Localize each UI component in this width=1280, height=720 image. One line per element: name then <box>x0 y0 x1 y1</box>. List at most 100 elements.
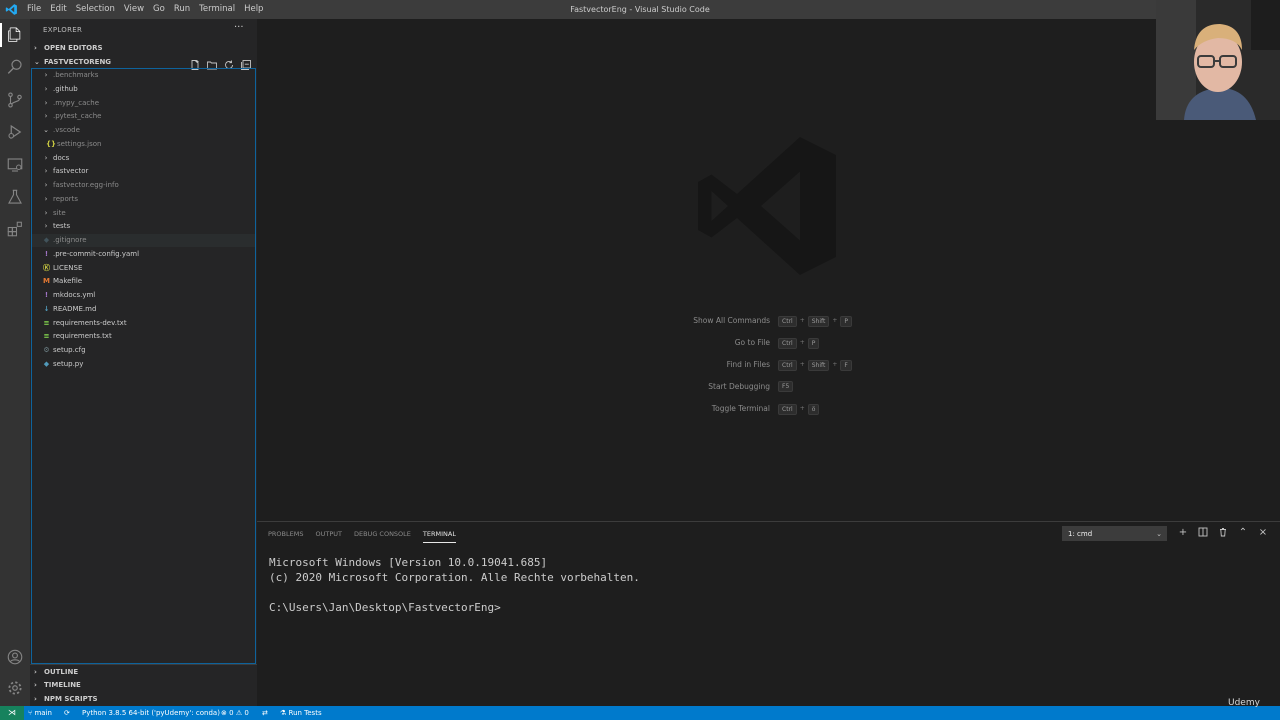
collapse-all-icon[interactable] <box>240 56 252 70</box>
tab-debug-console[interactable]: DEBUG CONSOLE <box>354 529 411 543</box>
trash-icon[interactable] <box>1217 527 1229 539</box>
testing-flask-icon[interactable] <box>6 188 24 206</box>
timeline-section[interactable]: › TIMELINE <box>30 678 257 692</box>
tree-folder[interactable]: › fastvector.egg-info <box>32 179 255 192</box>
close-icon[interactable]: × <box>1257 527 1269 539</box>
error-icon: ⊗ <box>221 709 227 717</box>
shortcut-label: Go to File <box>734 338 770 347</box>
tab-output[interactable]: OUTPUT <box>315 529 342 543</box>
tree-folder[interactable]: › .github <box>32 83 255 96</box>
npm-scripts-section[interactable]: › NPM SCRIPTS <box>30 692 257 706</box>
new-file-icon[interactable] <box>189 56 201 70</box>
outline-section[interactable]: › OUTLINE <box>30 665 257 679</box>
gear-icon[interactable] <box>6 679 24 697</box>
status-bar: ⋊ ⑂ main ⟳ Python 3.8.5 64-bit ('pyUdemy… <box>0 706 1280 720</box>
makefile-icon: M <box>43 277 50 286</box>
tree-file[interactable]: {} settings.json <box>32 138 255 151</box>
tree-file[interactable]: ◆ .gitignore <box>32 234 255 247</box>
tree-file[interactable]: Ⓚ LICENSE <box>32 262 255 275</box>
terminal-output[interactable]: Microsoft Windows [Version 10.0.19041.68… <box>269 555 640 615</box>
shortcut-hint: Toggle Terminal Ctrl + ö <box>257 403 1280 415</box>
editor-area[interactable]: Show All Commands Ctrl + Shift + P Go to File C… <box>257 19 1280 521</box>
license-icon: Ⓚ <box>43 263 50 272</box>
chevron-down-icon: ⌄ <box>43 126 49 134</box>
new-terminal-icon[interactable]: + <box>1177 527 1189 539</box>
open-editors-section[interactable]: › OPEN EDITORS <box>30 41 257 55</box>
git-branch[interactable]: ⑂ main <box>28 706 52 720</box>
tree-file[interactable]: ! mkdocs.yml <box>32 289 255 302</box>
keycap: Ctrl <box>778 315 797 327</box>
remote-explorer-icon[interactable] <box>6 156 24 174</box>
tree-file[interactable]: ≡ requirements.txt <box>32 330 255 343</box>
keycap: Ctrl <box>778 337 797 349</box>
chevron-right-icon: › <box>44 98 48 107</box>
sync-icon[interactable]: ⟳ <box>64 706 70 720</box>
tree-item-label: site <box>53 208 66 217</box>
account-icon[interactable] <box>6 648 24 666</box>
keycap: Shift <box>807 315 830 327</box>
tree-item-label: fastvector <box>53 167 89 176</box>
section-label: OPEN EDITORS <box>44 44 103 52</box>
tree-item-label: Makefile <box>53 277 83 286</box>
tree-item-label: setup.py <box>53 359 84 368</box>
tree-folder[interactable]: › .benchmarks <box>32 69 255 82</box>
tree-file[interactable]: ⚙ setup.cfg <box>32 344 255 357</box>
chevron-right-icon: › <box>44 194 48 203</box>
python-interpreter[interactable]: Python 3.8.5 64-bit ('pyUdemy': conda) <box>82 706 220 720</box>
udemy-watermark: Udemy <box>1228 698 1260 708</box>
extensions-icon[interactable] <box>6 220 24 238</box>
tree-folder[interactable]: › .mypy_cache <box>32 97 255 110</box>
terminal-line: (c) 2020 Microsoft Corporation. Alle Rec… <box>269 571 640 584</box>
shortcut-label: Toggle Terminal <box>711 404 770 413</box>
search-icon[interactable] <box>6 58 24 76</box>
split-terminal-icon[interactable] <box>1197 527 1209 539</box>
run-debug-icon[interactable] <box>6 123 24 141</box>
tree-folder[interactable]: › docs <box>32 152 255 165</box>
tree-file[interactable]: ↓ README.md <box>32 303 255 316</box>
tree-item-label: .pytest_cache <box>53 112 102 121</box>
tree-file[interactable]: M Makefile <box>32 275 255 288</box>
refresh-icon[interactable] <box>223 56 235 69</box>
source-control-icon[interactable] <box>6 91 24 109</box>
terminal-select[interactable]: 1: cmd ⌄ <box>1062 526 1167 541</box>
tree-file[interactable]: ≡ requirements-dev.txt <box>32 317 255 330</box>
tab-terminal[interactable]: TERMINAL <box>422 529 456 543</box>
explorer-icon[interactable] <box>6 26 24 44</box>
tree-item-label: requirements.txt <box>53 332 112 341</box>
shortcut-label: Show All Commands <box>693 316 770 325</box>
tree-item-label: .github <box>53 84 78 93</box>
keycap: P <box>840 315 853 327</box>
shortcut-hint: Find in Files Ctrl + Shift + F <box>257 359 1280 371</box>
remote-indicator-icon[interactable]: ⋊ <box>0 706 24 720</box>
live-share-icon[interactable]: ⇄ <box>262 706 268 720</box>
run-tests-button[interactable]: ⚗ Run Tests <box>280 706 322 720</box>
problems-count[interactable]: ⊗ 0 ⚠ 0 <box>221 706 249 720</box>
keycap: Ctrl <box>778 403 797 415</box>
new-folder-icon[interactable] <box>206 56 218 70</box>
chevron-down-icon: ⌄ <box>1156 530 1162 538</box>
json-icon: {} <box>46 139 56 148</box>
tree-folder[interactable]: › tests <box>32 220 255 233</box>
beaker-icon: ⚗ <box>280 709 287 717</box>
keycap: Shift <box>807 359 830 371</box>
shortcut-hint: Go to File Ctrl + P <box>257 337 1280 349</box>
tree-folder[interactable]: › fastvector <box>32 165 255 178</box>
more-actions-icon[interactable]: ··· <box>234 22 244 33</box>
tree-folder[interactable]: › .pytest_cache <box>32 110 255 123</box>
tab-problems[interactable]: PROBLEMS <box>268 529 303 543</box>
yaml-icon: ! <box>44 291 49 299</box>
tree-folder[interactable]: › site <box>32 207 255 220</box>
tree-item-label: mkdocs.yml <box>53 291 96 299</box>
explorer-actions <box>189 56 252 70</box>
tree-file[interactable]: ! .pre-commit-config.yaml <box>32 248 255 261</box>
shortcut-keys: F5 <box>778 381 794 392</box>
tree-file[interactable]: ◆ setup.py <box>32 358 255 371</box>
tree-folder[interactable]: ⌄ .vscode <box>32 124 255 137</box>
maximize-panel-icon[interactable]: ⌃ <box>1237 527 1249 539</box>
active-indicator <box>0 23 2 47</box>
tree-item-label: fastvector.egg-info <box>53 181 119 189</box>
chevron-right-icon: › <box>44 167 48 176</box>
python-icon: ◆ <box>43 359 50 368</box>
tree-folder[interactable]: › reports <box>32 193 255 206</box>
